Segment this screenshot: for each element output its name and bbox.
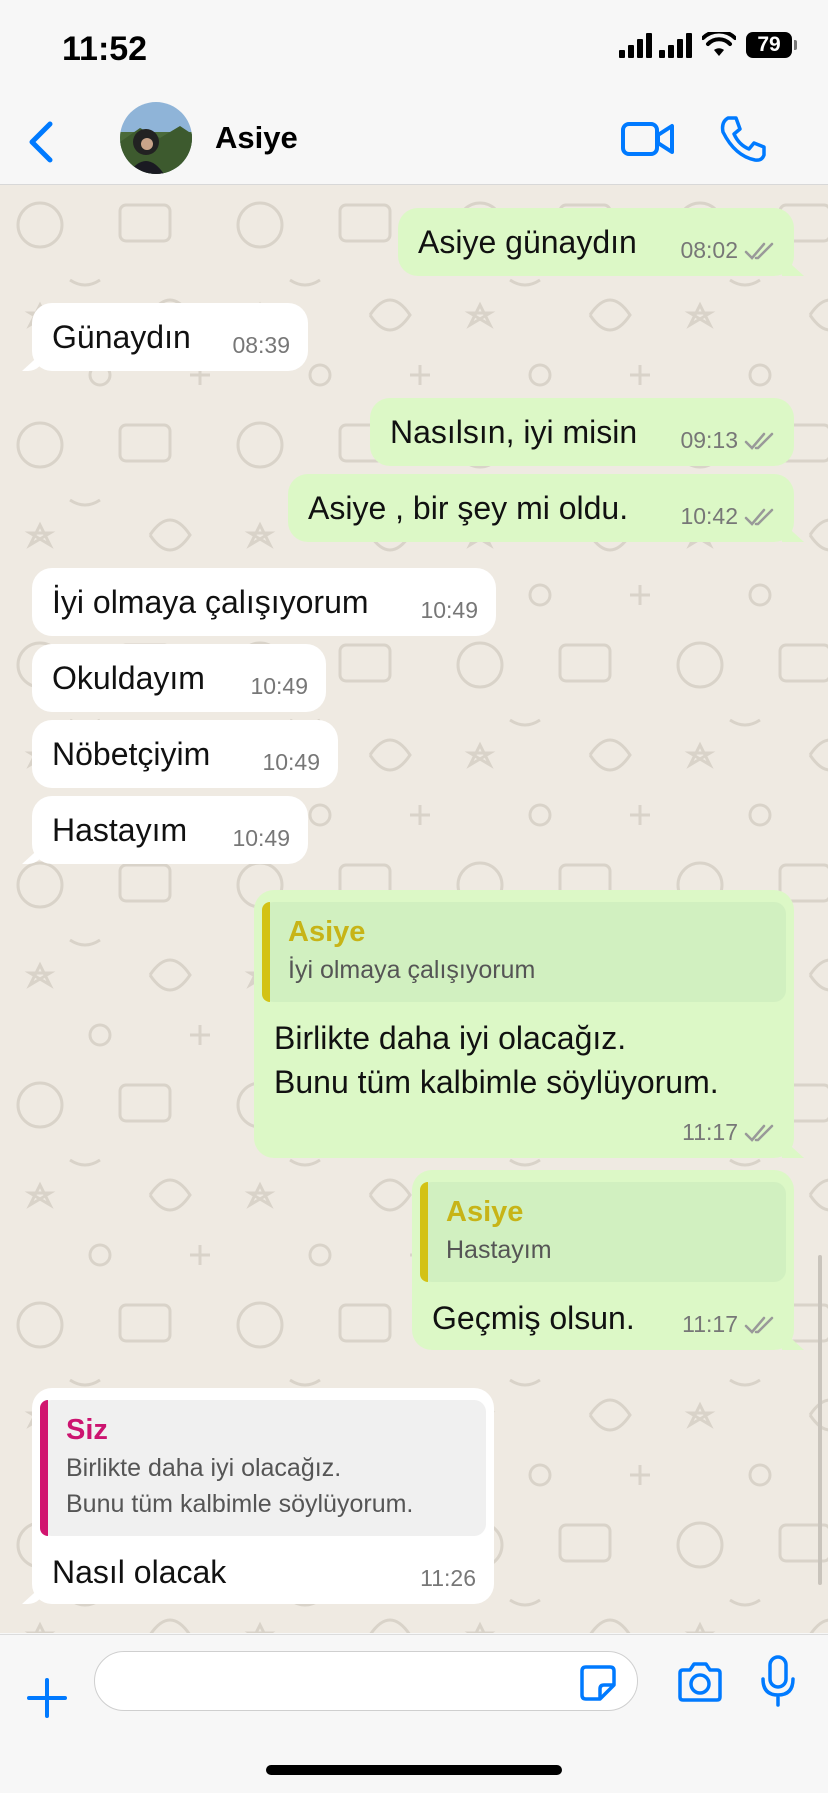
message-incoming-reply[interactable]: Siz Birlikte daha iyi olacağız. Bunu tüm… bbox=[32, 1388, 494, 1604]
plus-icon[interactable] bbox=[26, 1677, 68, 1719]
message-time: 10:49 bbox=[262, 749, 320, 775]
message-meta: 08:02 bbox=[680, 237, 776, 264]
microphone-icon[interactable] bbox=[760, 1655, 796, 1707]
message-outgoing-reply[interactable]: Asiye İyi olmaya çalışıyorum Birlikte da… bbox=[254, 890, 794, 1158]
message-incoming[interactable]: Günaydın 08:39 bbox=[32, 303, 308, 371]
quoted-message[interactable]: Asiye Hastayım bbox=[420, 1182, 786, 1282]
message-incoming[interactable]: İyi olmaya çalışıyorum 10:49 bbox=[32, 568, 496, 636]
quoted-message[interactable]: Asiye İyi olmaya çalışıyorum bbox=[262, 902, 786, 1002]
double-check-icon bbox=[744, 1316, 774, 1334]
message-time: 08:39 bbox=[232, 332, 290, 358]
message-time: 10:42 bbox=[680, 503, 738, 529]
message-meta: 10:49 bbox=[250, 673, 308, 700]
cellular-signal-icon bbox=[619, 32, 692, 58]
status-bar: 11:52 79 bbox=[0, 0, 828, 100]
battery-level: 79 bbox=[757, 33, 781, 56]
message-meta: 10:49 bbox=[420, 597, 478, 624]
message-list[interactable]: Asiye günaydın 08:02 Günaydın 08:39 Nası… bbox=[0, 185, 828, 1633]
message-time: 11:17 bbox=[682, 1119, 738, 1145]
message-meta: 11:26 bbox=[420, 1565, 476, 1592]
quote-text: Birlikte daha iyi olacağız. Bunu tüm kal… bbox=[66, 1454, 414, 1518]
message-meta: 11:17 bbox=[682, 1119, 776, 1146]
message-outgoing[interactable]: Asiye , bir şey mi oldu. 10:42 bbox=[288, 474, 794, 542]
message-time: 11:17 bbox=[682, 1311, 738, 1337]
quote-author: Siz bbox=[66, 1414, 108, 1446]
message-time: 10:49 bbox=[420, 597, 478, 623]
double-check-icon bbox=[744, 242, 774, 260]
message-text: Nasıl olacak bbox=[52, 1554, 227, 1590]
home-indicator[interactable] bbox=[266, 1765, 562, 1775]
message-meta: 08:39 bbox=[232, 332, 290, 359]
chevron-left-icon[interactable] bbox=[22, 118, 62, 166]
message-time: 10:49 bbox=[250, 673, 308, 699]
message-incoming[interactable]: Okuldayım 10:49 bbox=[32, 644, 326, 712]
message-outgoing[interactable]: Asiye günaydın 08:02 bbox=[398, 208, 794, 276]
scrollbar[interactable] bbox=[818, 1255, 822, 1585]
message-text: İyi olmaya çalışıyorum bbox=[52, 584, 369, 620]
video-camera-icon[interactable] bbox=[620, 116, 676, 162]
message-meta: 10:42 bbox=[680, 503, 776, 530]
message-time: 10:49 bbox=[232, 825, 290, 851]
message-meta: 09:13 bbox=[680, 427, 776, 454]
message-outgoing-reply[interactable]: Asiye Hastayım Geçmiş olsun. 11:17 bbox=[412, 1170, 794, 1350]
composer-bar bbox=[0, 1634, 828, 1793]
double-check-icon bbox=[744, 1124, 774, 1142]
quote-author: Asiye bbox=[446, 1196, 524, 1228]
message-meta: 10:49 bbox=[232, 825, 290, 852]
status-icons: 79 bbox=[619, 32, 797, 58]
quote-text: İyi olmaya çalışıyorum bbox=[288, 956, 536, 984]
sticker-icon[interactable] bbox=[578, 1663, 618, 1703]
message-meta: 11:17 bbox=[682, 1311, 776, 1338]
message-text: Birlikte daha iyi olacağız. Bunu tüm kal… bbox=[274, 1020, 719, 1100]
status-time: 11:52 bbox=[62, 30, 148, 68]
message-input[interactable] bbox=[94, 1651, 638, 1711]
message-time: 08:02 bbox=[680, 237, 738, 263]
contact-name[interactable]: Asiye bbox=[215, 120, 298, 156]
quote-text: Hastayım bbox=[446, 1236, 552, 1264]
message-time: 09:13 bbox=[680, 427, 738, 453]
message-outgoing[interactable]: Nasılsın, iyi misin 09:13 bbox=[370, 398, 794, 466]
quote-author: Asiye bbox=[288, 916, 366, 948]
wifi-icon bbox=[702, 32, 736, 56]
message-time: 11:26 bbox=[420, 1565, 476, 1591]
message-meta: 10:49 bbox=[262, 749, 320, 776]
double-check-icon bbox=[744, 432, 774, 450]
battery-icon: 79 bbox=[746, 32, 797, 58]
camera-icon[interactable] bbox=[676, 1661, 724, 1703]
message-incoming[interactable]: Hastayım 10:49 bbox=[32, 796, 308, 864]
quoted-message[interactable]: Siz Birlikte daha iyi olacağız. Bunu tüm… bbox=[40, 1400, 486, 1536]
phone-icon[interactable] bbox=[718, 114, 768, 164]
message-incoming[interactable]: Nöbetçiyim 10:49 bbox=[32, 720, 338, 788]
avatar[interactable] bbox=[120, 102, 192, 174]
chat-header: Asiye bbox=[0, 100, 828, 185]
double-check-icon bbox=[744, 508, 774, 526]
